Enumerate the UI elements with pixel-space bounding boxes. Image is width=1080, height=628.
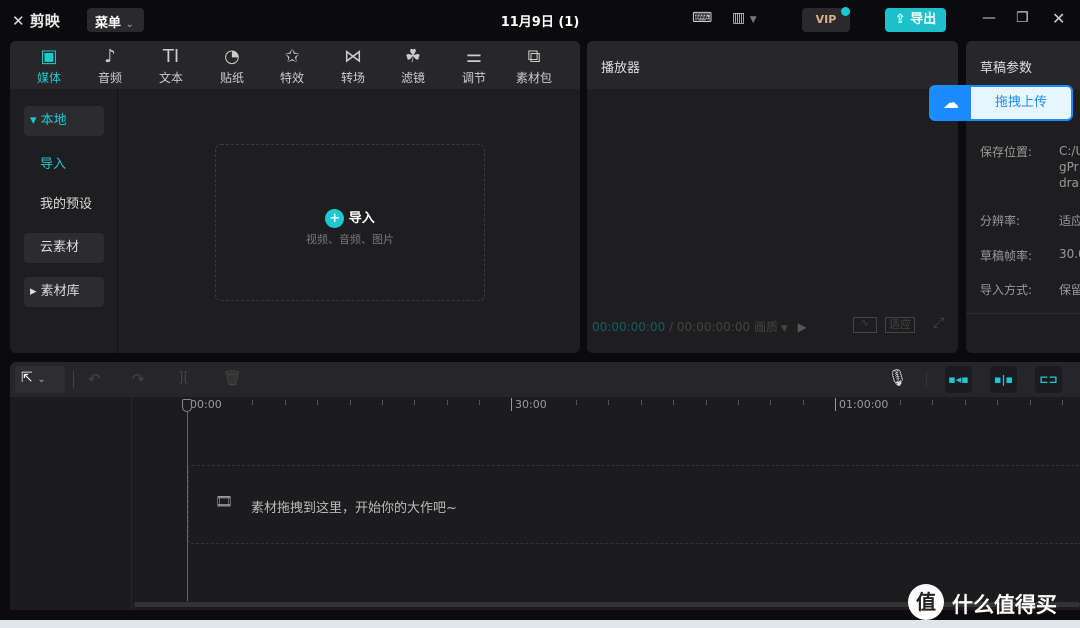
tick-label: 30:00 <box>511 398 547 411</box>
time-ruler[interactable]: 00:00 30:00 01:00:00 <box>10 397 1080 411</box>
sidebar-item-local[interactable]: ▾ 本地 <box>24 106 104 136</box>
track-dropzone[interactable]: 🎞 素材拖拽到这里，开始你的大作吧~ <box>188 465 1080 544</box>
field-value: 保留 <box>1059 283 1080 297</box>
tab-audio[interactable]: ♪ 音频 <box>80 45 140 86</box>
field-label: 分辨率: <box>980 214 1021 228</box>
current-time: 00:00:00:00 <box>592 320 666 334</box>
tab-effects[interactable]: ✩ 特效 <box>262 45 322 86</box>
layout-icon[interactable]: ▥ ▼ <box>732 10 757 26</box>
tick-label: 01:00:00 <box>835 398 888 411</box>
media-tabs: ▣ 媒体 ♪ 音频 TI 文本 ◔ 贴纸 ✩ 特效 ⋈ 转场 ☘ 滤镜 ⚌ 调节 ⧉ 素材包 <box>10 41 580 89</box>
microphone-icon[interactable]: 🎙 <box>887 368 907 387</box>
field-label: 导入方式: <box>980 283 1033 297</box>
cloud-upload-icon: ☁ <box>931 87 971 119</box>
fit-button[interactable]: 适应 <box>885 317 915 333</box>
sidebar-item-import[interactable]: 导入 <box>34 150 114 180</box>
undo-icon[interactable]: ↶ <box>88 370 101 388</box>
watermark-logo-icon: 值 <box>908 584 944 620</box>
play-icon[interactable]: ▶ <box>798 320 807 334</box>
media-panel: ▣ 媒体 ♪ 音频 TI 文本 ◔ 贴纸 ✩ 特效 ⋈ 转场 ☘ 滤镜 ⚌ 调节 ⧉ 素材包 ▾ … <box>10 41 580 353</box>
minimize-icon[interactable]: — <box>982 10 996 26</box>
sidebar-item-library[interactable]: ▸ 素材库 <box>24 277 104 307</box>
link-icon[interactable]: ⊏⊐ <box>1035 366 1062 393</box>
keyboard-icon[interactable]: ⌨ <box>692 10 712 26</box>
waveform-icon[interactable]: ∿ <box>853 317 877 333</box>
tab-transition[interactable]: ⋈ 转场 <box>323 45 383 86</box>
drop-hint: 素材拖拽到这里，开始你的大作吧~ <box>251 501 457 516</box>
player-title: 播放器 <box>587 41 958 89</box>
timeline-toolbar: ⇱ ⌄ ↶ ↷ ][ 🗑 🎙 ▪◂▪ ▪|▪ ⊏⊐ <box>10 362 1080 397</box>
upload-widget[interactable]: ☁ 拖拽上传 <box>929 85 1073 121</box>
export-button[interactable]: ⇪ 导出 <box>885 8 946 32</box>
main-track-magnet-icon[interactable]: ▪◂▪ <box>945 366 972 393</box>
timeline: 00:00 30:00 01:00:00 🎞 素材拖拽到这里，开始你的大作吧~ <box>10 397 1080 610</box>
tab-filter[interactable]: ☘ 滤镜 <box>383 45 443 86</box>
tab-text[interactable]: TI 文本 <box>141 45 201 86</box>
redo-icon[interactable]: ↷ <box>132 370 145 388</box>
field-label: 草稿帧率: <box>980 249 1033 263</box>
quality-select[interactable]: 画质 <box>754 320 778 334</box>
watermark-text: 什么值得买 <box>952 593 1057 617</box>
upload-label: 拖拽上传 <box>994 95 1047 110</box>
field-label: 保存位置: <box>980 145 1033 159</box>
field-value: 适应 <box>1059 214 1080 228</box>
plus-icon: + <box>325 209 345 228</box>
field-value: C:/U gPr dra <box>1059 144 1080 190</box>
delete-icon[interactable]: 🗑 <box>223 369 242 387</box>
draft-title: 草稿参数 <box>966 41 1080 89</box>
auto-snap-icon[interactable]: ▪|▪ <box>990 366 1017 393</box>
tab-sticker[interactable]: ◔ 贴纸 <box>202 45 262 86</box>
tick-label: 00:00 <box>190 398 222 411</box>
tab-adjust[interactable]: ⚌ 调节 <box>444 45 504 86</box>
tab-asset-pack[interactable]: ⧉ 素材包 <box>504 45 564 86</box>
player-controls: 00:00:00:00 / 00:00:00:00 画质 ▼ ▶ <box>592 320 807 334</box>
film-icon: 🎞 <box>215 494 233 510</box>
close-icon[interactable]: ✕ <box>1052 9 1065 28</box>
import-dropzone[interactable]: + 导入 视频、音频、图片 <box>215 144 485 301</box>
media-sidebar: ▾ 本地 导入 我的预设 云素材 ▸ 素材库 <box>10 89 118 353</box>
select-tool[interactable]: ⇱ ⌄ <box>15 366 65 393</box>
field-value: 30.0 <box>1059 247 1080 261</box>
restore-icon[interactable]: ❐ <box>1016 10 1029 26</box>
title-bar: ✕ 剪映 菜单 ⌄ 11月9日 (1) ⌨ ▥ ▼ VIP ⇪ 导出 — ❐ ✕ <box>0 0 1080 40</box>
import-hint: 视频、音频、图片 <box>306 233 394 246</box>
total-time: 00:00:00:00 <box>676 320 751 334</box>
tab-media[interactable]: ▣ 媒体 <box>19 45 79 86</box>
vip-badge-dot <box>841 7 850 16</box>
player-panel: 播放器 00:00:00:00 / 00:00:00:00 画质 ▼ ▶ ∿ 适… <box>587 41 958 353</box>
sidebar-item-cloud[interactable]: 云素材 <box>24 233 104 263</box>
sidebar-item-presets[interactable]: 我的预设 <box>34 190 114 220</box>
fullscreen-icon[interactable]: ⤢ <box>933 315 944 331</box>
split-icon[interactable]: ][ <box>178 370 189 386</box>
